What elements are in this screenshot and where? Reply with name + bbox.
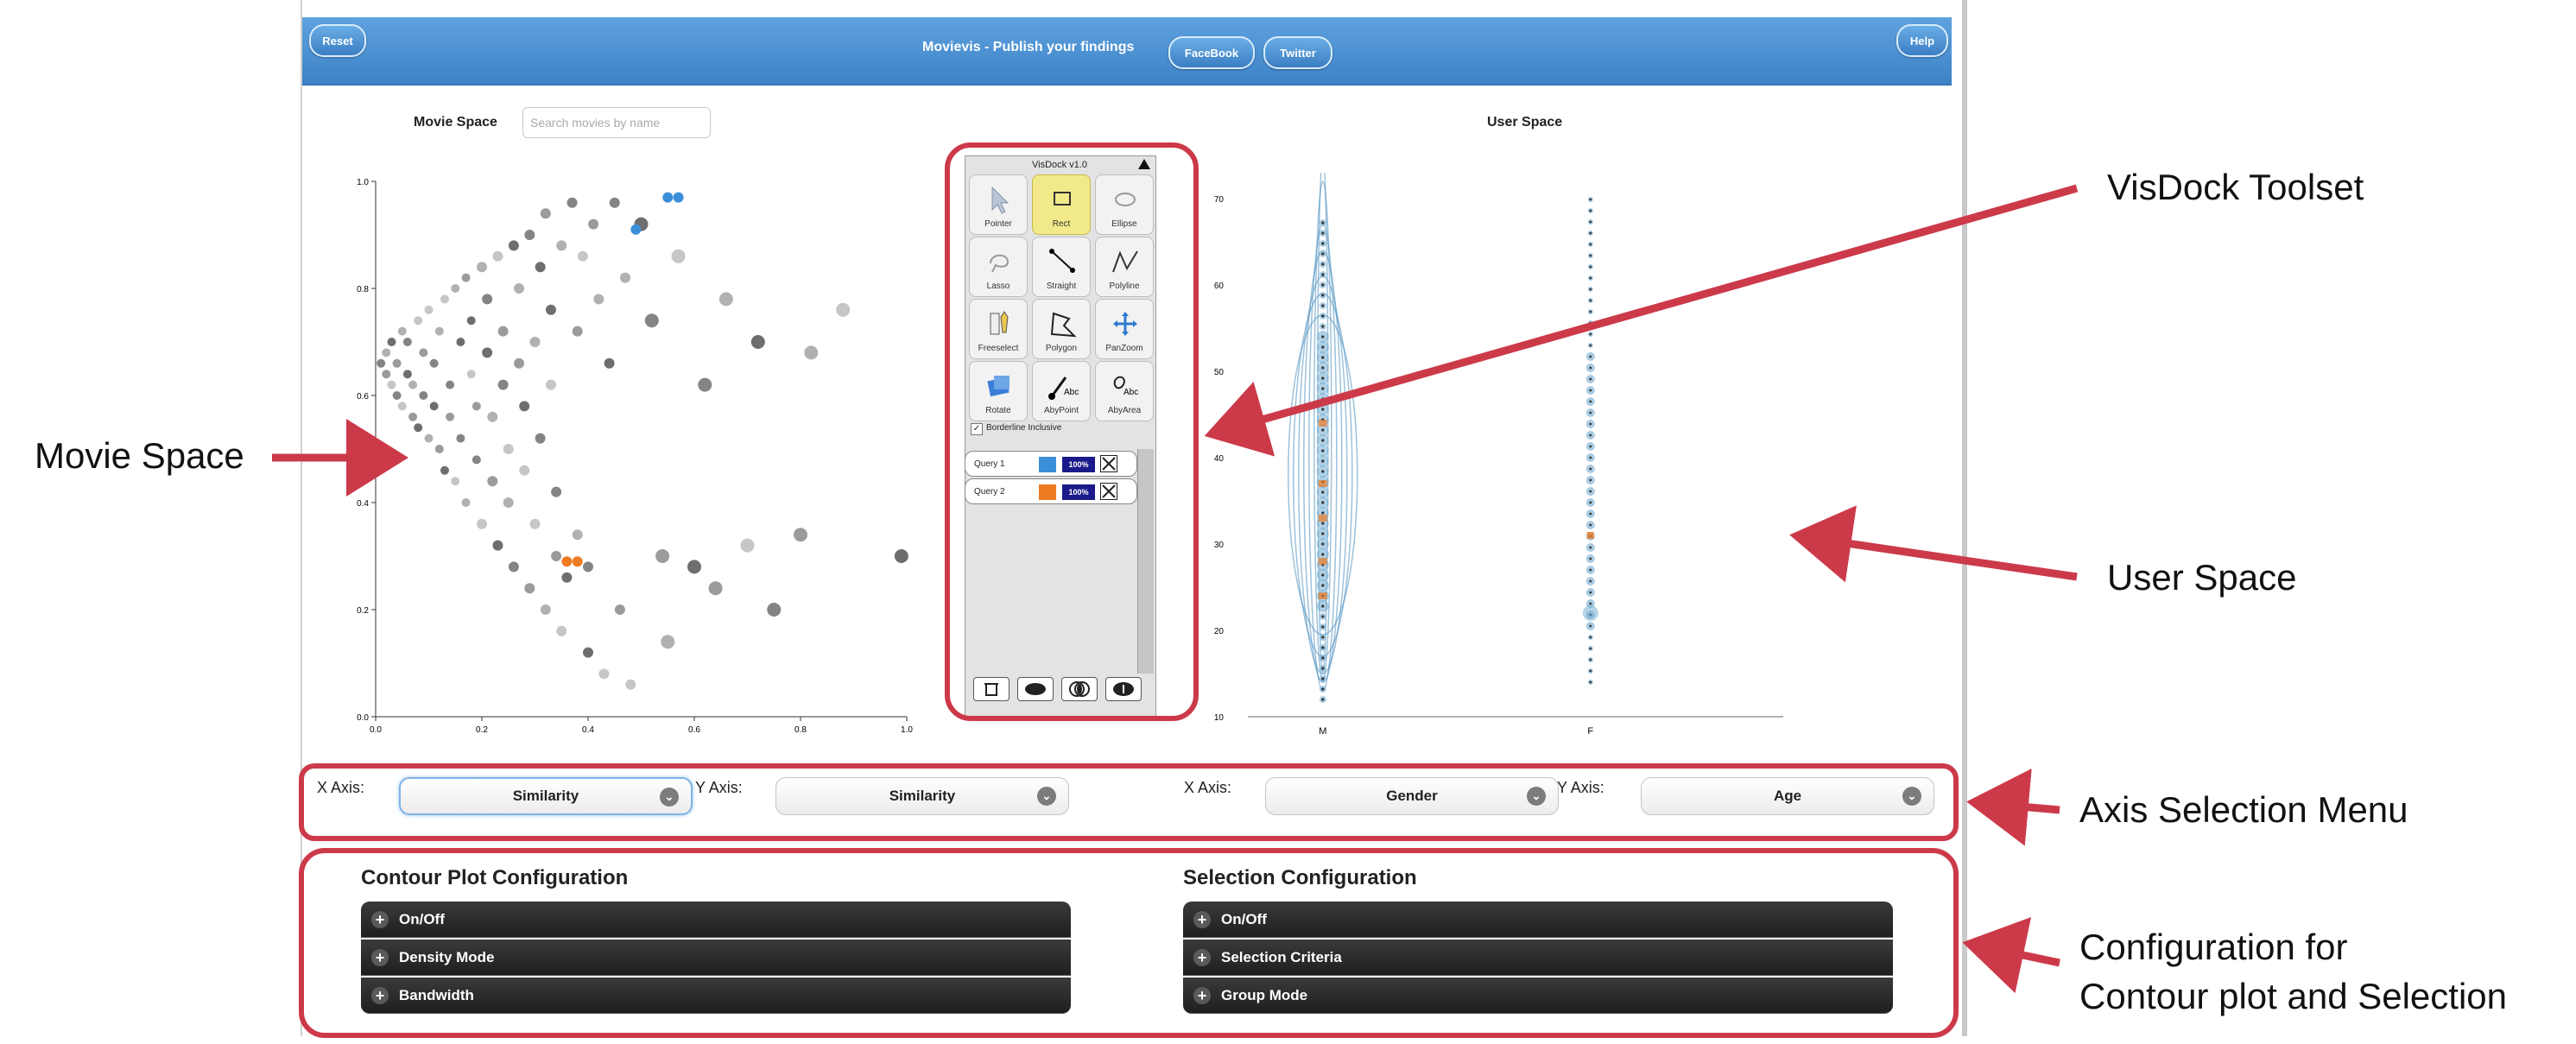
config-callout-line2: Contour plot and Selection bbox=[2079, 976, 2507, 1016]
config-arrow bbox=[1962, 917, 2060, 994]
visdock-arrow bbox=[1204, 184, 2079, 457]
callout-arrows bbox=[272, 184, 2079, 994]
user-space-arrow bbox=[1789, 505, 2078, 583]
axis-selection-callout: Axis Selection Menu bbox=[2079, 789, 2408, 830]
config-callout-line1: Configuration for bbox=[2079, 927, 2348, 967]
visdock-toolset-callout: VisDock Toolset bbox=[2107, 167, 2364, 207]
movie-space-callout: Movie Space bbox=[35, 435, 244, 476]
user-space-callout: User Space bbox=[2107, 557, 2297, 598]
axis-menu-arrow bbox=[1966, 768, 2060, 846]
